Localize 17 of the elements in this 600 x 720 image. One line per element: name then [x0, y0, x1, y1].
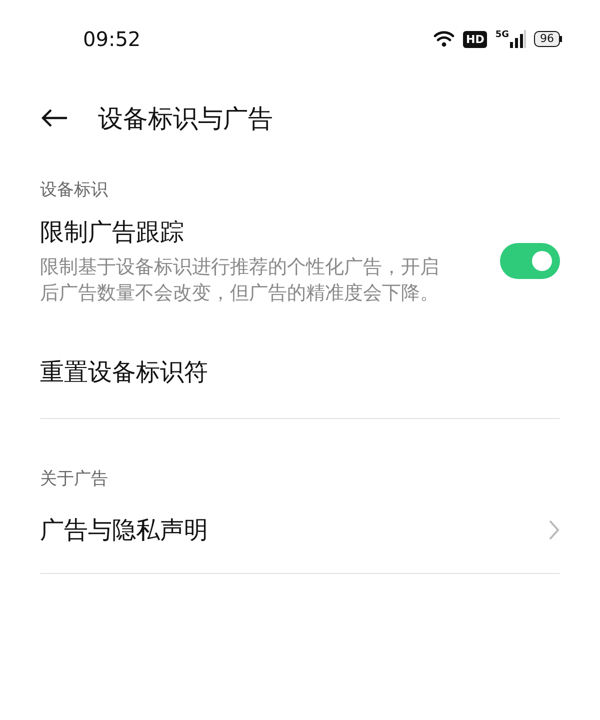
setting-label: 限制广告跟踪: [40, 217, 185, 248]
section-header: 关于广告: [39, 468, 109, 487]
toggle-switch[interactable]: [500, 243, 560, 279]
network-label: 5G: [495, 30, 509, 40]
reset-item[interactable]: 重置设备标识符: [40, 356, 208, 388]
status-time: 09:52: [83, 27, 142, 51]
section-header: 设备标识: [39, 179, 109, 198]
page-title: 设备标识与广告: [98, 102, 273, 134]
battery-indicator: 96: [534, 31, 562, 47]
wifi-icon: [433, 30, 455, 48]
setting-description: 限制基于设备标识进行推荐的个性化广告，开启后广告数量不会改变，但广告的精准度会下降。: [40, 255, 440, 306]
back-arrow-icon[interactable]: [40, 108, 68, 128]
link-label: 广告与隐私声明: [40, 515, 208, 546]
link-item[interactable]: 广告与隐私声明: [0, 487, 600, 573]
chevron-icon: [548, 519, 560, 541]
signal-icon: [510, 30, 526, 48]
hd-badge: HD: [463, 30, 488, 48]
